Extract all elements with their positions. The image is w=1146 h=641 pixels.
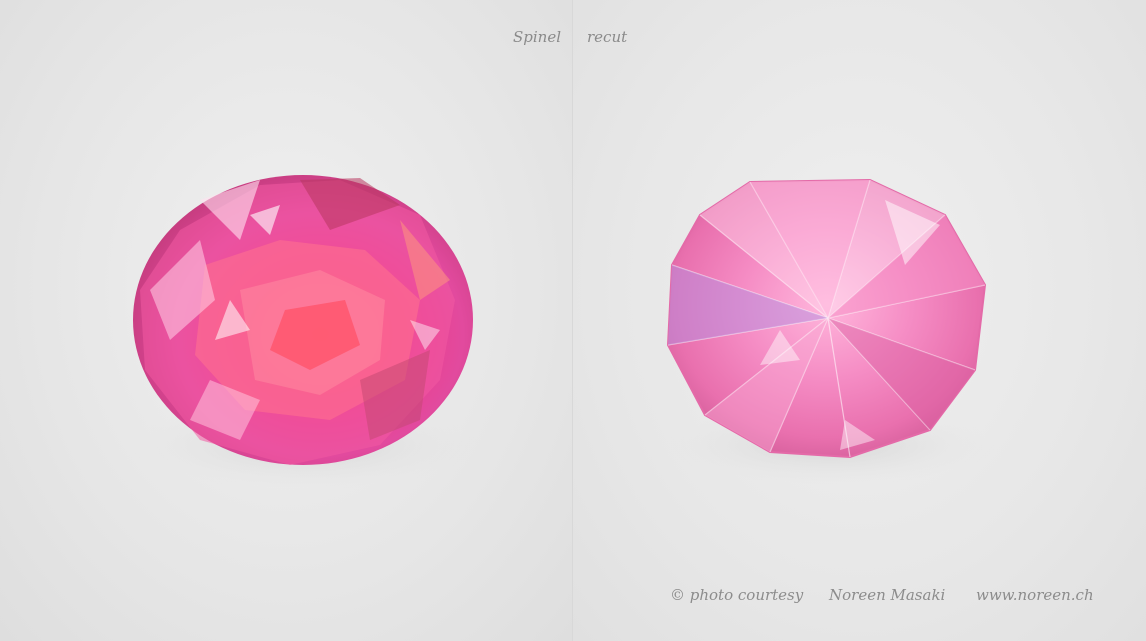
photographer-name: Noreen Masaki: [829, 586, 946, 604]
caption-original: Spinel: [513, 28, 562, 46]
photo-comparison: Spinel recut © photo courtesy Noreen Mas…: [0, 0, 1146, 641]
original-spinel-gem: [133, 175, 473, 465]
gemstone-illustration: [130, 175, 995, 490]
photo-credit-label: © photo courtesy: [670, 586, 804, 604]
recut-spinel-gem: [666, 178, 987, 459]
caption-recut: recut: [587, 28, 628, 46]
website-url: www.noreen.ch: [976, 586, 1094, 604]
